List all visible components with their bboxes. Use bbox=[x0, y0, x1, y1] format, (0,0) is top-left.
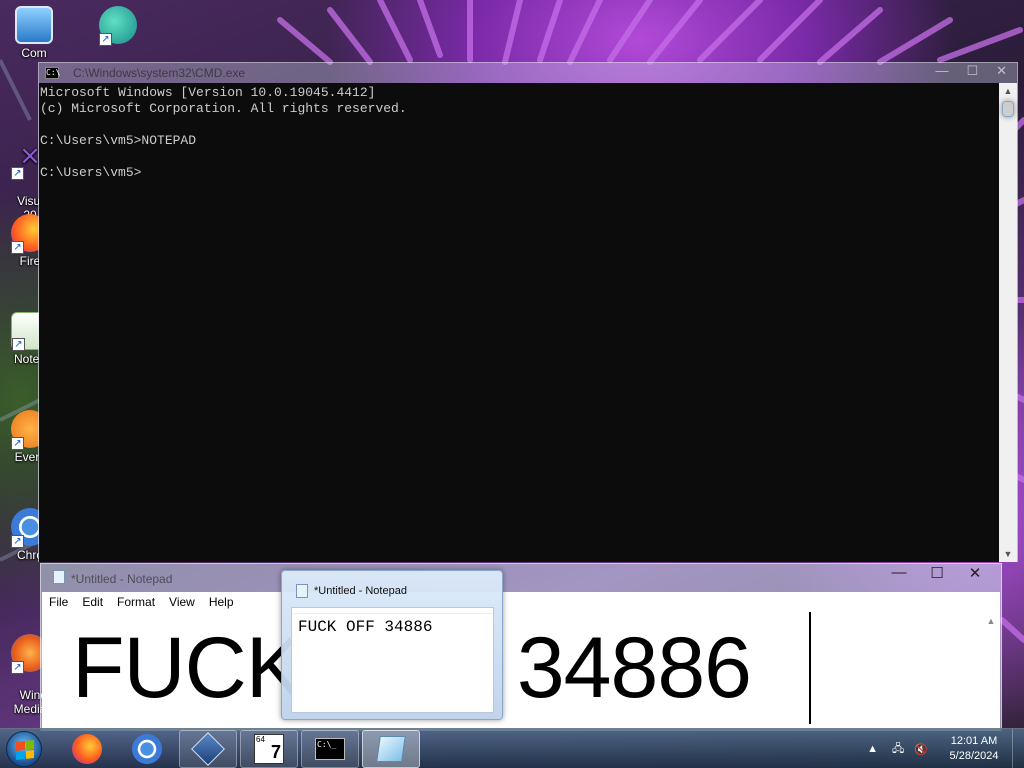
cmd-console-output[interactable]: Microsoft Windows [Version 10.0.19045.44… bbox=[39, 83, 1001, 562]
thumbnail-text: FUCK OFF 34886 bbox=[298, 618, 433, 636]
computer-icon bbox=[15, 6, 53, 44]
notepad-icon bbox=[53, 570, 65, 584]
cmd-title: C:\Windows\system32\CMD.exe bbox=[73, 66, 246, 80]
volume-muted-icon[interactable]: 🔇 bbox=[910, 743, 936, 756]
notepad-icon bbox=[296, 584, 308, 598]
notepad-menu-bar: File Edit Format View Help bbox=[42, 592, 1000, 612]
shortcut-arrow-icon: ↗ bbox=[11, 661, 24, 674]
maximize-button[interactable]: ☐ bbox=[929, 564, 945, 582]
thumbnail-content-area: FUCK OFF 34886 bbox=[291, 607, 494, 713]
scroll-down-icon[interactable]: ▼ bbox=[999, 546, 1017, 562]
clock-date: 5/28/2024 bbox=[949, 750, 999, 762]
shortcut-arrow-icon: ↗ bbox=[12, 338, 25, 351]
cmd-window-controls: — ☐ ✕ bbox=[935, 63, 1007, 79]
menu-edit[interactable]: Edit bbox=[75, 592, 110, 612]
desktop-icon-computer[interactable]: Com bbox=[4, 6, 64, 60]
shortcut-arrow-icon: ↗ bbox=[11, 437, 24, 450]
thumbnail-title: *Untitled - Notepad bbox=[314, 585, 407, 597]
scroll-up-icon[interactable]: ▲ bbox=[999, 83, 1017, 99]
minimize-button[interactable]: — bbox=[935, 63, 948, 79]
notepad-icon bbox=[376, 736, 406, 762]
console-line: C:\Users\vm5>NOTEPAD bbox=[40, 133, 197, 148]
scrollbar-thumb[interactable] bbox=[1002, 101, 1014, 117]
cmd-window[interactable]: C:\ C:\Windows\system32\CMD.exe — ☐ ✕ Mi… bbox=[38, 62, 1018, 562]
notepad-title-bar[interactable]: *Untitled - Notepad bbox=[41, 564, 1001, 590]
text-caret bbox=[809, 612, 811, 724]
desktop-icon-label: Com bbox=[21, 46, 47, 60]
console-line: ​ bbox=[40, 149, 1000, 165]
taskbar-notepad[interactable] bbox=[362, 730, 420, 768]
virtualbox-icon bbox=[191, 732, 225, 766]
notepad-scrollbar[interactable]: ▲ bbox=[982, 612, 1000, 731]
windows-logo-icon bbox=[16, 740, 34, 760]
shortcut-arrow-icon: ↗ bbox=[99, 33, 112, 46]
notepad-text-area[interactable]: FUCK OFF 34886 ▲ bbox=[42, 612, 1000, 731]
console-line: Microsoft Windows [Version 10.0.19045.44… bbox=[40, 85, 376, 100]
menu-format[interactable]: Format bbox=[110, 592, 162, 612]
console-line: (c) Microsoft Corporation. All rights re… bbox=[40, 101, 407, 116]
minimize-button[interactable]: — bbox=[891, 564, 907, 582]
firefox-icon bbox=[72, 734, 102, 764]
system-tray: ▲ 🖧 🔇 12:01 AM 5/28/2024 bbox=[859, 729, 1024, 768]
show-desktop-button[interactable] bbox=[1012, 729, 1024, 768]
show-hidden-icons-icon[interactable]: ▲ bbox=[859, 743, 886, 755]
edge-icon: ↗ bbox=[99, 6, 137, 46]
console-line: ​ bbox=[40, 117, 1000, 133]
cmd-icon: C:\ bbox=[45, 67, 61, 79]
clock[interactable]: 12:01 AM 5/28/2024 bbox=[936, 734, 1012, 764]
seven-zip-icon: 64 7 bbox=[254, 734, 284, 764]
console-prompt-line: C:\Users\vm5> bbox=[40, 165, 142, 180]
menu-file[interactable]: File bbox=[42, 592, 75, 612]
menu-help[interactable]: Help bbox=[202, 592, 241, 612]
taskbar-virtualbox[interactable] bbox=[179, 730, 237, 768]
notepad-title: *Untitled - Notepad bbox=[71, 572, 173, 586]
taskbar-firefox[interactable] bbox=[58, 730, 116, 768]
cmd-scrollbar[interactable]: ▲ ▼ bbox=[999, 83, 1017, 562]
cmd-icon: C:\_ bbox=[315, 738, 345, 760]
taskbar-7zip[interactable]: 64 7 bbox=[240, 730, 298, 768]
scroll-up-icon[interactable]: ▲ bbox=[982, 612, 1000, 626]
desktop-icon-edge[interactable]: ↗ bbox=[88, 6, 148, 46]
taskbar-thumbnail-preview[interactable]: *Untitled - Notepad FUCK OFF 34886 bbox=[281, 570, 503, 720]
clock-time: 12:01 AM bbox=[950, 735, 998, 747]
taskbar-chrome[interactable] bbox=[118, 730, 176, 768]
cmd-title-bar[interactable]: C:\ C:\Windows\system32\CMD.exe bbox=[39, 63, 1017, 83]
shortcut-arrow-icon: ↗ bbox=[11, 241, 24, 254]
maximize-button[interactable]: ☐ bbox=[966, 63, 978, 79]
chrome-icon bbox=[132, 734, 162, 764]
close-button[interactable]: ✕ bbox=[967, 564, 983, 582]
shortcut-arrow-icon: ↗ bbox=[11, 167, 24, 180]
shortcut-arrow-icon: ↗ bbox=[11, 535, 24, 548]
start-button[interactable] bbox=[6, 731, 42, 767]
network-icon[interactable]: 🖧 bbox=[886, 740, 910, 759]
taskbar: 64 7 C:\_ ▲ 🖧 🔇 12:01 AM 5/28/2024 bbox=[0, 728, 1024, 768]
close-button[interactable]: ✕ bbox=[996, 63, 1007, 79]
seven-zip-badge: 64 bbox=[256, 735, 265, 744]
notepad-window-controls: — ☐ ✕ bbox=[891, 564, 983, 582]
menu-view[interactable]: View bbox=[162, 592, 202, 612]
notepad-window[interactable]: *Untitled - Notepad — ☐ ✕ File Edit Form… bbox=[40, 563, 1002, 731]
taskbar-cmd[interactable]: C:\_ bbox=[301, 730, 359, 768]
